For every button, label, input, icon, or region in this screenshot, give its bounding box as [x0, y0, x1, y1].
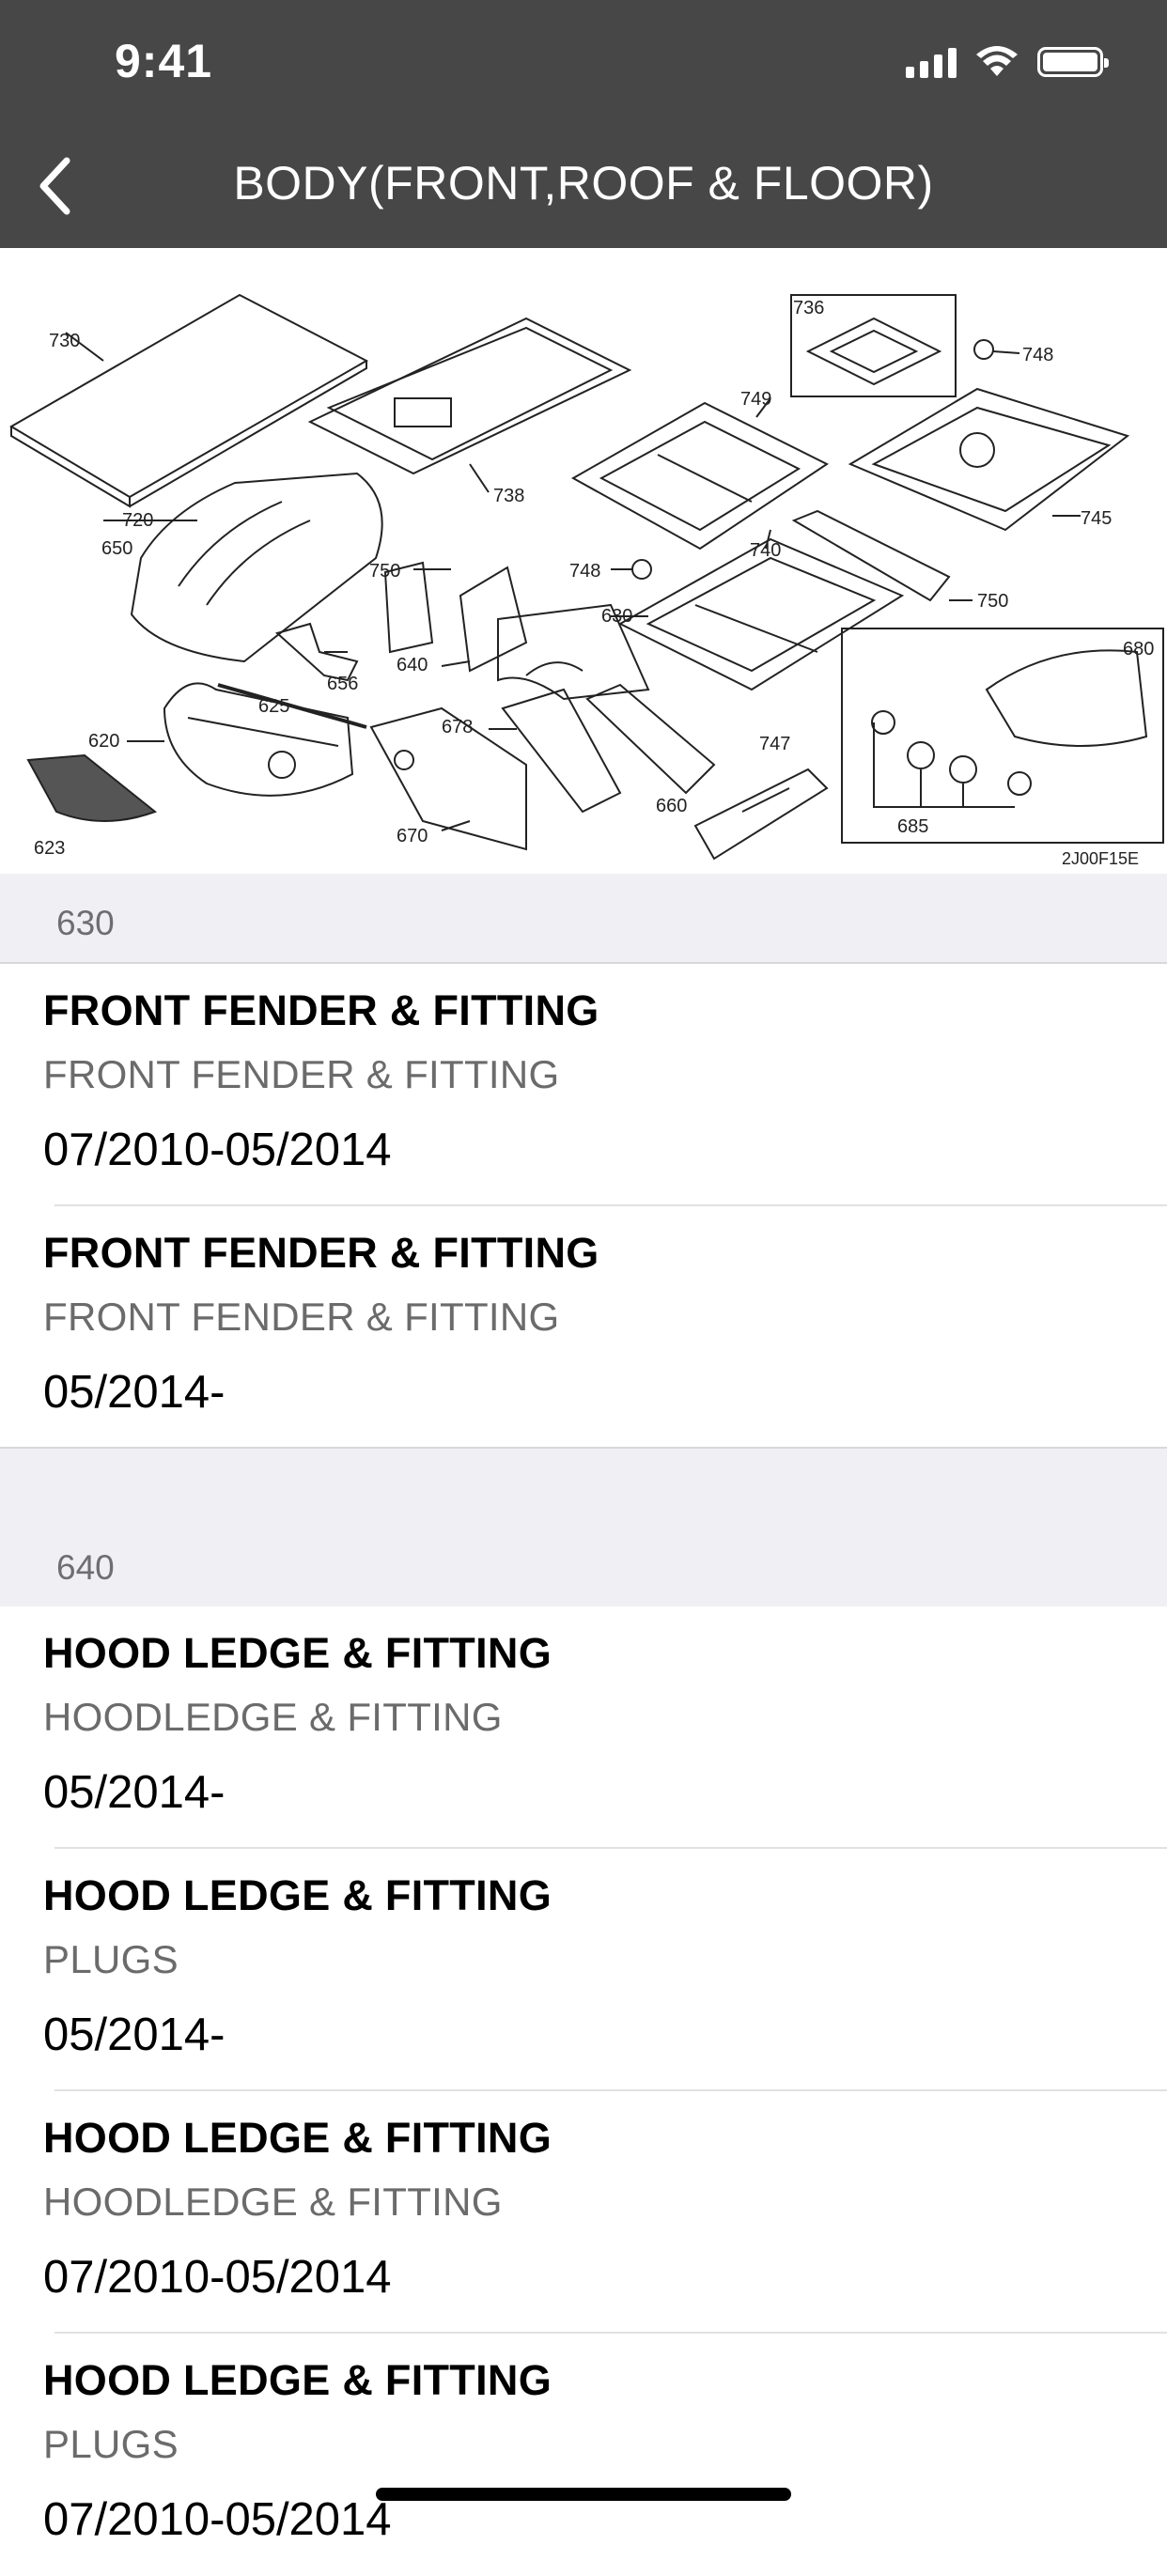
list-item[interactable]: HOOD LEDGE & FITTING PLUGS 07/2010-05/20…: [0, 2334, 1167, 2576]
roof-panel-part: [9, 293, 369, 508]
plug-part: [973, 339, 994, 360]
callout-720: 720: [122, 510, 153, 531]
parts-diagram[interactable]: 730 736 748 749 738 745 720 650 750 748 …: [0, 248, 1167, 874]
list-item[interactable]: HOOD LEDGE & FITTING HOODLEDGE & FITTING…: [0, 1606, 1167, 1849]
callout-656: 656: [327, 674, 358, 694]
callout-748: 748: [1022, 345, 1053, 365]
list-item[interactable]: HOOD LEDGE & FITTING HOODLEDGE & FITTING…: [0, 2091, 1167, 2334]
item-name: HOOD LEDGE & FITTING: [43, 2356, 552, 2404]
diagram-code: 2J00F15E: [1062, 849, 1139, 868]
item-date-range: 05/2014-: [43, 1767, 226, 1818]
callout-736: 736: [793, 298, 824, 318]
item-name: HOOD LEDGE & FITTING: [43, 1629, 552, 1677]
top-bar: 9:41 BODY(FRONT,ROOF & FLOOR): [0, 0, 1167, 248]
dash-panel-inset: [841, 628, 1164, 844]
grille-part: [26, 753, 158, 822]
callout-625: 625: [258, 696, 289, 717]
floor-panel-part: [570, 397, 829, 551]
item-description: HOODLEDGE & FITTING: [43, 1695, 503, 1739]
section-code: 640: [56, 1548, 115, 1587]
item-description: PLUGS: [43, 1937, 179, 1981]
clip-part: [274, 622, 359, 682]
list-item[interactable]: FRONT FENDER & FITTING FRONT FENDER & FI…: [0, 1206, 1167, 1449]
callout-747: 747: [759, 734, 790, 754]
tunnel-part: [693, 768, 829, 861]
item-description: PLUGS: [43, 2422, 179, 2466]
battery-icon: [1037, 47, 1109, 77]
callout-678: 678: [442, 717, 473, 737]
section-header-630: 630: [0, 874, 1167, 964]
callout-745: 745: [1081, 508, 1112, 529]
item-date-range: 07/2010-05/2014: [43, 2252, 392, 2303]
item-date-range: 07/2010-05/2014: [43, 1125, 392, 1175]
callout-630: 630: [601, 606, 632, 627]
item-date-range: 05/2014-: [43, 2010, 226, 2060]
callout-660: 660: [656, 796, 687, 816]
callout-623: 623: [34, 838, 65, 859]
item-description: HOODLEDGE & FITTING: [43, 2180, 503, 2224]
callout-680: 680: [1123, 639, 1154, 660]
hood-ledge-part: [441, 566, 528, 673]
item-description: FRONT FENDER & FITTING: [43, 1295, 560, 1339]
wifi-icon: [976, 46, 1018, 76]
front-bumper-part: [127, 682, 367, 797]
callout-730: 730: [49, 331, 80, 351]
callout-749: 749: [740, 389, 771, 410]
home-indicator[interactable]: [376, 2488, 791, 2501]
headlining-part: [307, 317, 632, 493]
callout-620: 620: [88, 731, 119, 752]
item-name: HOOD LEDGE & FITTING: [43, 2114, 552, 2162]
callout-685: 685: [897, 816, 928, 837]
callout-670: 670: [397, 826, 428, 846]
item-date-range: 05/2014-: [43, 1367, 226, 1418]
status-time: 9:41: [115, 35, 213, 87]
item-name: FRONT FENDER & FITTING: [43, 1229, 599, 1277]
callout-640: 640: [397, 655, 428, 675]
cellular-signal-icon: [906, 46, 957, 78]
callout-750-b: 750: [977, 591, 1008, 612]
dash-upper-part: [585, 683, 716, 795]
list-item[interactable]: HOOD LEDGE & FITTING PLUGS 05/2014-: [0, 1849, 1167, 2091]
hood-part: [103, 472, 383, 663]
callout-738: 738: [493, 486, 524, 506]
item-date-range: 07/2010-05/2014: [43, 2494, 392, 2545]
callout-750: 750: [369, 561, 400, 582]
section-code: 630: [56, 904, 115, 942]
dash-lower-part: [489, 688, 622, 814]
item-name: HOOD LEDGE & FITTING: [43, 1871, 552, 1919]
list-item[interactable]: FRONT FENDER & FITTING FRONT FENDER & FI…: [0, 964, 1167, 1206]
callout-650: 650: [101, 538, 132, 559]
callout-740: 740: [750, 540, 781, 561]
status-icons: [906, 41, 1109, 83]
item-name: FRONT FENDER & FITTING: [43, 986, 599, 1034]
callout-748-b: 748: [569, 561, 600, 582]
item-description: FRONT FENDER & FITTING: [43, 1052, 560, 1096]
page-title: BODY(FRONT,ROOF & FLOOR): [233, 157, 934, 209]
section-header-640: 640: [0, 1447, 1167, 1608]
